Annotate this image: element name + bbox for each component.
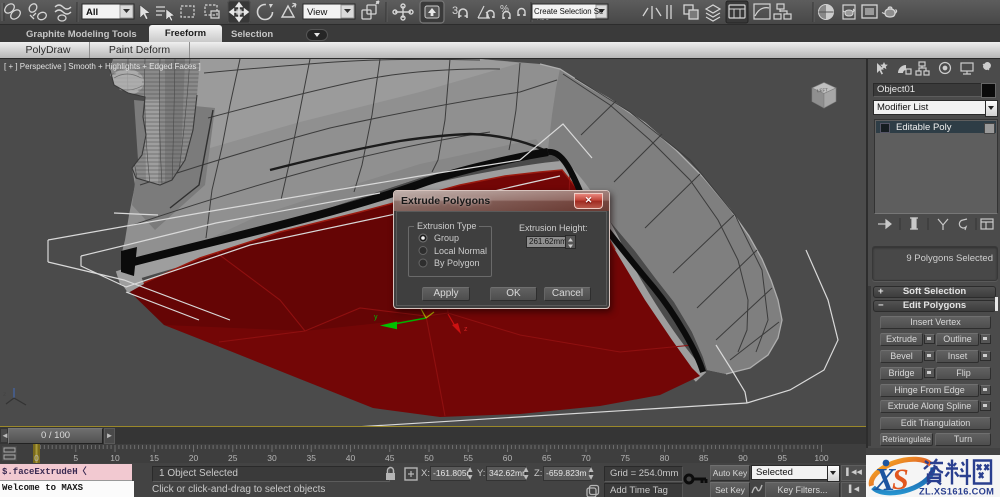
svg-text:ZL.XS1616.COM: ZL.XS1616.COM	[919, 487, 994, 497]
svg-text:View: View	[307, 7, 328, 18]
svg-text:Create Selection Se: Create Selection Se	[534, 7, 603, 16]
svg-text:[ + ] Perspective ] Smooth + H: [ + ] Perspective ] Smooth + Highlights …	[4, 62, 201, 71]
svg-text:LEFT: LEFT	[817, 87, 829, 93]
svg-text:y: y	[374, 314, 378, 321]
svg-text:z: z	[464, 326, 468, 333]
svg-text:All: All	[86, 7, 98, 18]
svg-text:%: %	[500, 4, 509, 15]
svg-text:3: 3	[452, 5, 458, 17]
svg-text:S: S	[892, 463, 909, 496]
svg-text:z: z	[3, 391, 6, 398]
